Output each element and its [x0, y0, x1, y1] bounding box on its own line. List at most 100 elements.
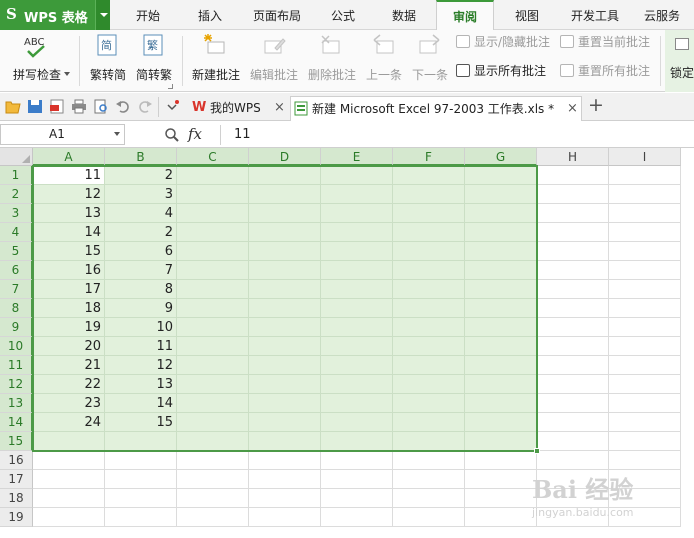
cell[interactable]: [537, 242, 609, 261]
cell[interactable]: 11: [105, 337, 177, 356]
cell[interactable]: 2: [105, 223, 177, 242]
cell[interactable]: [177, 470, 249, 489]
cell[interactable]: [393, 413, 465, 432]
column-header[interactable]: E: [321, 148, 393, 166]
cell[interactable]: [609, 242, 681, 261]
close-icon[interactable]: ×: [274, 96, 285, 120]
cell[interactable]: [465, 432, 537, 451]
new-tab-button[interactable]: +: [588, 94, 604, 116]
delete-comment-button[interactable]: 删除批注: [304, 34, 360, 88]
cell[interactable]: [177, 299, 249, 318]
column-header[interactable]: C: [177, 148, 249, 166]
cell[interactable]: [537, 204, 609, 223]
cell[interactable]: [321, 261, 393, 280]
cell[interactable]: [321, 299, 393, 318]
cell[interactable]: [465, 356, 537, 375]
cell[interactable]: [465, 337, 537, 356]
cell[interactable]: [177, 413, 249, 432]
cell[interactable]: [249, 337, 321, 356]
cell[interactable]: [249, 413, 321, 432]
select-all-corner[interactable]: [0, 148, 33, 166]
cell[interactable]: 11: [33, 166, 105, 185]
insert-function-button[interactable]: fx: [188, 125, 202, 143]
cell[interactable]: [249, 394, 321, 413]
cell[interactable]: [321, 394, 393, 413]
print-preview-icon[interactable]: [93, 99, 109, 114]
cell[interactable]: [249, 375, 321, 394]
show-hide-comment-button[interactable]: 显示/隐藏批注: [454, 32, 550, 52]
cell[interactable]: 10: [105, 318, 177, 337]
column-header[interactable]: A: [33, 148, 105, 166]
row-header[interactable]: 11: [0, 356, 33, 375]
cell[interactable]: [249, 280, 321, 299]
column-header[interactable]: B: [105, 148, 177, 166]
cell[interactable]: [177, 508, 249, 527]
cell[interactable]: [105, 508, 177, 527]
tab-insert[interactable]: 插入: [180, 0, 240, 30]
row-header[interactable]: 13: [0, 394, 33, 413]
cell[interactable]: [321, 280, 393, 299]
cell[interactable]: [537, 280, 609, 299]
cell[interactable]: [465, 375, 537, 394]
cell[interactable]: [177, 185, 249, 204]
cell[interactable]: [609, 318, 681, 337]
cell[interactable]: 24: [33, 413, 105, 432]
tab-cloud-service[interactable]: 云服务: [632, 0, 692, 30]
cell[interactable]: [321, 223, 393, 242]
formula-input[interactable]: 11: [234, 127, 251, 142]
cell[interactable]: [321, 337, 393, 356]
show-all-comments-button[interactable]: 显示所有批注: [454, 61, 546, 81]
tab-developer[interactable]: 开发工具: [560, 0, 630, 30]
cell[interactable]: 8: [105, 280, 177, 299]
cell[interactable]: 15: [105, 413, 177, 432]
redo-icon[interactable]: [137, 99, 153, 114]
fill-handle[interactable]: [534, 448, 540, 454]
previous-comment-button[interactable]: 上一条: [362, 34, 406, 88]
row-header[interactable]: 12: [0, 375, 33, 394]
open-folder-icon[interactable]: [5, 99, 21, 114]
cell[interactable]: [177, 261, 249, 280]
close-icon[interactable]: ×: [567, 97, 578, 121]
row-header[interactable]: 4: [0, 223, 33, 242]
row-header[interactable]: 14: [0, 413, 33, 432]
cell[interactable]: [609, 413, 681, 432]
cell[interactable]: [177, 204, 249, 223]
spell-check-button[interactable]: ABC 拼写检查: [4, 34, 70, 88]
cell[interactable]: [177, 166, 249, 185]
cell[interactable]: [105, 489, 177, 508]
cell[interactable]: [537, 337, 609, 356]
cell[interactable]: [393, 508, 465, 527]
cell[interactable]: [465, 299, 537, 318]
cell[interactable]: [537, 185, 609, 204]
cell[interactable]: [249, 166, 321, 185]
cell[interactable]: [609, 185, 681, 204]
new-comment-button[interactable]: 新建批注: [188, 34, 244, 88]
cell[interactable]: [321, 185, 393, 204]
cell[interactable]: [465, 489, 537, 508]
cell[interactable]: [609, 223, 681, 242]
cell[interactable]: [393, 356, 465, 375]
cell[interactable]: [465, 204, 537, 223]
customize-toolbar-icon[interactable]: [164, 99, 180, 114]
cell[interactable]: [393, 375, 465, 394]
group-expand-icon[interactable]: [168, 84, 173, 89]
cell[interactable]: [393, 261, 465, 280]
doc-tab-my-wps[interactable]: W 我的WPS ×: [188, 96, 288, 121]
cell[interactable]: [609, 299, 681, 318]
reset-all-comments-button[interactable]: 重置所有批注: [558, 61, 650, 81]
cell[interactable]: [465, 508, 537, 527]
lock-button[interactable]: 锁定: [665, 30, 694, 92]
cell[interactable]: [537, 223, 609, 242]
cell[interactable]: [537, 375, 609, 394]
cell[interactable]: [321, 451, 393, 470]
export-pdf-icon[interactable]: [49, 99, 65, 114]
cell[interactable]: [537, 451, 609, 470]
cell[interactable]: 17: [33, 280, 105, 299]
cell[interactable]: [393, 470, 465, 489]
cell[interactable]: [105, 451, 177, 470]
cell[interactable]: 14: [33, 223, 105, 242]
cell[interactable]: [249, 299, 321, 318]
cell[interactable]: [393, 204, 465, 223]
row-header[interactable]: 6: [0, 261, 33, 280]
cell[interactable]: [249, 261, 321, 280]
